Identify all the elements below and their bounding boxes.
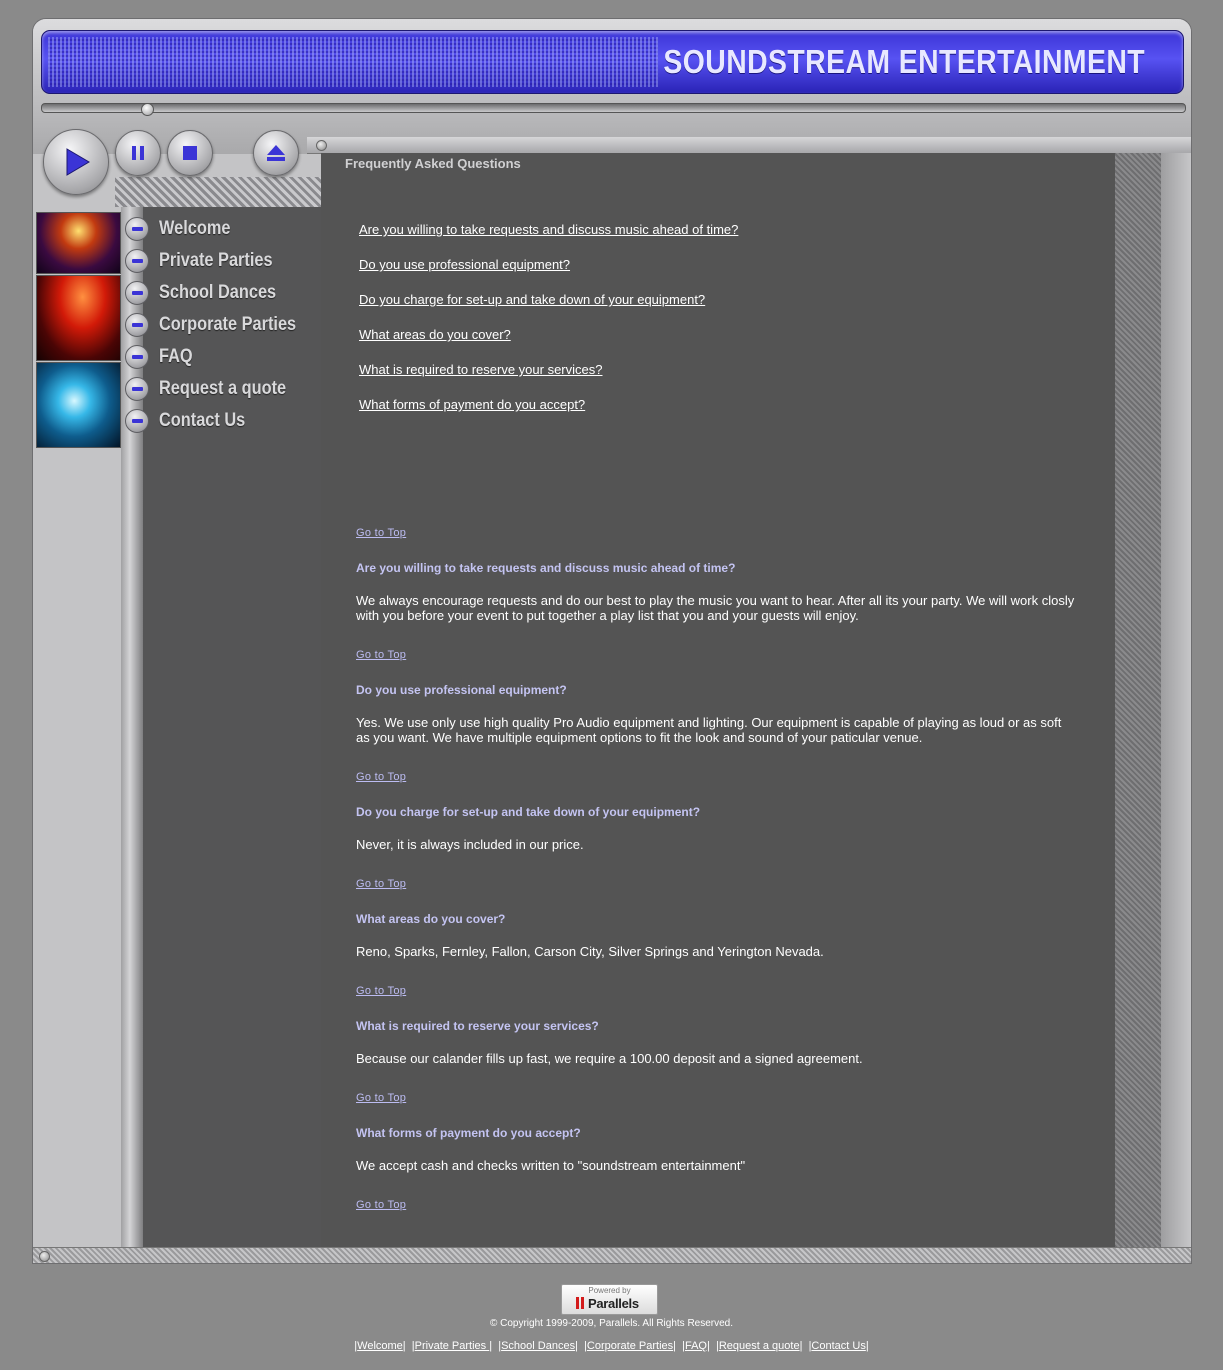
crowd-photo [36,275,121,361]
minus-icon [125,217,149,241]
nav-label: FAQ [159,346,193,367]
faq-answer-block: Go to Top Are you willing to take reques… [356,527,1076,623]
faq-answer: Because our calander fills up fast, we r… [356,1051,863,1066]
faq-answer: Reno, Sparks, Fernley, Fallon, Carson Ci… [356,944,824,959]
faq-link[interactable]: What forms of payment do you accept? [359,397,738,432]
go-to-top-link[interactable]: Go to Top [356,1092,1076,1104]
faq-answer-block: Go to Top Do you charge for set-up and t… [356,771,1076,852]
nav-item-request-quote[interactable]: Request a quote [125,373,318,405]
faq-answer: Never, it is always included in our pric… [356,837,584,852]
parallels-logo: Parallels [576,1296,639,1311]
pause-button[interactable] [115,130,161,176]
page-frame: SOUNDSTREAM ENTERTAINMENT Welcome Privat… [32,18,1192,1264]
go-to-top-link[interactable]: Go to Top [356,878,1076,890]
eject-icon [267,145,285,161]
equalizer-graphic [48,37,658,87]
faq-answers: Go to Top Are you willing to take reques… [356,527,1076,1211]
faq-question: What areas do you cover? [356,912,506,926]
dj-lights-photo [36,362,121,448]
faq-link-list: Are you willing to take requests and dis… [359,222,738,432]
nav-label: School Dances [159,282,277,303]
faq-question: What is required to reserve your service… [356,1019,599,1033]
minus-icon [125,377,149,401]
nav-item-welcome[interactable]: Welcome [125,213,318,245]
faq-question: Do you use professional equipment? [356,683,567,697]
minus-icon [125,313,149,337]
footer-link-faq[interactable]: FAQ [685,1340,707,1352]
go-to-top-link[interactable]: Go to Top [356,527,1076,539]
minus-icon [125,345,149,369]
faq-answer-block: Go to Top What forms of payment do you a… [356,1092,1076,1173]
site-header: SOUNDSTREAM ENTERTAINMENT [41,30,1184,94]
minus-icon [125,249,149,273]
footer-link-welcome[interactable]: Welcome [357,1340,403,1352]
eject-button[interactable] [253,130,299,176]
nav-label: Private Parties [159,250,273,271]
progress-slider [41,103,1186,113]
badge-caption: Powered by [588,1286,631,1295]
footer-nav: |Welcome| |Private Parties | |School Dan… [354,1340,869,1352]
faq-answer-block: Go to Top What areas do you cover? Reno,… [356,878,1076,959]
faq-link[interactable]: What areas do you cover? [359,327,738,362]
footer-link-contact-us[interactable]: Contact Us [811,1340,865,1352]
go-to-top-link[interactable]: Go to Top [356,649,1076,661]
faq-link[interactable]: Do you charge for set-up and take down o… [359,292,738,327]
faq-answer: We accept cash and checks written to "so… [356,1158,746,1173]
footer-link-corporate-parties[interactable]: Corporate Parties [587,1340,673,1352]
play-icon [66,148,90,176]
pause-icon [132,146,144,160]
minus-icon [125,409,149,433]
faq-question: What forms of payment do you accept? [356,1126,581,1140]
screw-icon [316,140,327,151]
minus-icon [125,281,149,305]
slider-knob [141,103,154,116]
faq-question: Are you willing to take requests and dis… [356,561,736,575]
content-top-bar [307,137,1191,154]
footer-link-request-quote[interactable]: Request a quote [719,1340,800,1352]
copyright-text: © Copyright 1999-2009, Parallels. All Ri… [489,1318,734,1329]
site-title: SOUNDSTREAM ENTERTAINMENT [663,43,1145,80]
right-strip [1161,153,1191,1247]
faq-link[interactable]: Are you willing to take requests and dis… [359,222,738,257]
faq-link[interactable]: Do you use professional equipment? [359,257,738,292]
nav-label: Contact Us [159,410,246,431]
nav-label: Request a quote [159,378,287,399]
go-to-top-link[interactable]: Go to Top [356,771,1076,783]
screw-icon [39,1251,50,1262]
right-decoration [1115,153,1161,1247]
go-to-top-link[interactable]: Go to Top [356,985,1076,997]
footer-link-school-dances[interactable]: School Dances [501,1340,575,1352]
party-lights-photo [36,212,121,274]
nav-label: Welcome [159,218,231,239]
go-to-top-link[interactable]: Go to Top [356,1199,1076,1211]
nav-item-faq[interactable]: FAQ [125,341,318,373]
play-button[interactable] [43,129,109,195]
footer-link-private-parties[interactable]: Private Parties [415,1340,490,1352]
nav-item-corporate-parties[interactable]: Corporate Parties [125,309,318,341]
frame-bottom [33,1247,1191,1263]
nav-item-school-dances[interactable]: School Dances [125,277,318,309]
stop-icon [183,146,197,160]
faq-answer-block: Go to Top What is required to reserve yo… [356,985,1076,1066]
faq-answer-block: Go to Top Do you use professional equipm… [356,649,1076,745]
faq-question: Do you charge for set-up and take down o… [356,805,701,819]
faq-link[interactable]: What is required to reserve your service… [359,362,738,397]
powered-by-badge[interactable]: Powered by Parallels [561,1284,658,1315]
main-nav: Welcome Private Parties School Dances Co… [125,213,318,437]
nav-label: Corporate Parties [159,314,297,335]
page-title: Frequently Asked Questions [345,156,521,171]
nav-item-contact-us[interactable]: Contact Us [125,405,318,437]
faq-answer: We always encourage requests and do our … [356,593,1075,623]
nav-item-private-parties[interactable]: Private Parties [125,245,318,277]
decorative-stripes [115,177,335,207]
faq-answer: Yes. We use only use high quality Pro Au… [356,715,1062,745]
stop-button[interactable] [167,130,213,176]
